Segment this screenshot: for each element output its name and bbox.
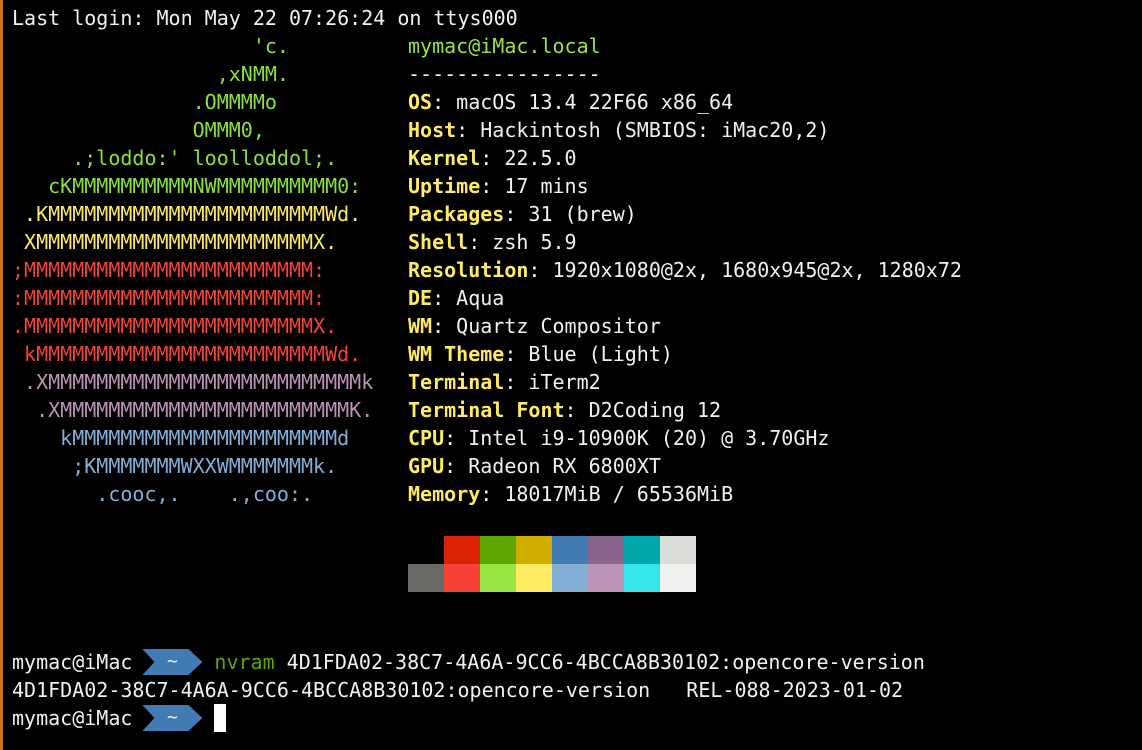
info-value: : 18017MiB / 65536MiB: [480, 482, 734, 506]
logo-line: ;MMMMMMMMMMMMMMMMMMMMMMMM:: [12, 258, 326, 282]
info-label: Terminal Font: [408, 398, 565, 422]
logo-line: .MMMMMMMMMMMMMMMMMMMMMMMMX.: [12, 314, 338, 338]
color-swatch: [408, 536, 444, 564]
prompt-line-current[interactable]: mymac@iMac ~: [12, 704, 227, 732]
info-label: Resolution: [408, 258, 529, 282]
prompt-dir-badge: ~: [142, 705, 203, 731]
info-label: Packages: [408, 202, 505, 226]
info-value: : Hackintosh (SMBIOS: iMac20,2): [456, 118, 830, 142]
command-args: 4D1FDA02-38C7-4A6A-9CC6-4BCCA8B30102:ope…: [274, 650, 925, 674]
color-swatch: [588, 536, 624, 564]
logo-line: kMMMMMMMMMMMMMMMMMMMMMMMMWd.: [12, 342, 362, 366]
color-swatch: [480, 536, 516, 564]
info-value: : macOS 13.4 22F66 x86_64: [432, 90, 734, 114]
last-login-line: Last login: Mon May 22 07:26:24 on ttys0…: [12, 6, 518, 30]
logo-line: .;loddo:' loolloddol;.: [12, 146, 338, 170]
color-swatch: [624, 536, 660, 564]
info-field: Resolution: 1920x1080@2x, 1680x945@2x, 1…: [408, 256, 962, 284]
info-label: WM: [408, 314, 433, 338]
color-swatch: [444, 564, 480, 592]
color-swatch: [660, 536, 696, 564]
info-field: Terminal Font: D2Coding 12: [408, 396, 721, 424]
color-swatch: [660, 564, 696, 592]
color-swatch: [408, 564, 444, 592]
info-value: : Quartz Compositor: [432, 314, 661, 338]
info-field: Packages: 31 (brew): [408, 200, 637, 228]
info-label: Host: [408, 118, 457, 142]
info-field: WM Theme: Blue (Light): [408, 340, 673, 368]
color-palette-bright: [408, 564, 696, 592]
prompt-user: mymac@iMac: [12, 650, 133, 674]
info-label: DE: [408, 286, 433, 310]
info-field: Terminal: iTerm2: [408, 368, 601, 396]
color-swatch: [480, 564, 516, 592]
info-label: OS: [408, 90, 433, 114]
command-output: 4D1FDA02-38C7-4A6A-9CC6-4BCCA8B30102:ope…: [12, 678, 904, 702]
color-swatch: [516, 536, 552, 564]
color-swatch: [552, 564, 588, 592]
logo-line: .OMMMMo: [12, 90, 277, 114]
info-label: Terminal: [408, 370, 505, 394]
logo-line: OMMM0,: [12, 118, 265, 142]
logo-line: 'c.: [12, 34, 289, 58]
info-label: Memory: [408, 482, 481, 506]
color-palette-normal: [408, 536, 696, 564]
color-swatch: [624, 564, 660, 592]
info-field: OS: macOS 13.4 22F66 x86_64: [408, 88, 733, 116]
info-label: Kernel: [408, 146, 481, 170]
info-field: Shell: zsh 5.9: [408, 228, 577, 256]
info-separator: ----------------: [408, 62, 601, 86]
info-label: Uptime: [408, 174, 481, 198]
window-border: [0, 0, 3, 750]
logo-line: ,xNMM.: [12, 62, 289, 86]
info-field: Kernel: 22.5.0: [408, 144, 577, 172]
info-value: : zsh 5.9: [468, 230, 577, 254]
logo-line: .KMMMMMMMMMMMMMMMMMMMMMMMWd.: [12, 202, 362, 226]
command-name: nvram: [214, 650, 275, 674]
logo-line: .cooc,. .,coo:.: [12, 482, 314, 506]
info-label: Shell: [408, 230, 469, 254]
color-swatch: [444, 536, 480, 564]
info-value: : 22.5.0: [480, 146, 577, 170]
info-title: mymac@iMac.local: [408, 34, 601, 58]
logo-line: ;KMMMMMMMWXXWMMMMMMMk.: [12, 454, 338, 478]
info-field: WM: Quartz Compositor: [408, 312, 661, 340]
prompt-dir-badge: ~: [142, 649, 203, 675]
info-value: : D2Coding 12: [564, 398, 722, 422]
logo-line: cKMMMMMMMMMMNWMMMMMMMMMM0:: [12, 174, 362, 198]
info-label: CPU: [408, 426, 445, 450]
info-value: : 31 (brew): [504, 202, 637, 226]
prompt-user: mymac@iMac: [12, 706, 133, 730]
info-label: GPU: [408, 454, 445, 478]
info-value: : Blue (Light): [504, 342, 673, 366]
prompt-line: mymac@iMac ~ nvram 4D1FDA02-38C7-4A6A-9C…: [12, 648, 925, 676]
color-swatch: [552, 536, 588, 564]
info-field: CPU: Intel i9-10900K (20) @ 3.70GHz: [408, 424, 829, 452]
info-field: Host: Hackintosh (SMBIOS: iMac20,2): [408, 116, 829, 144]
info-field: DE: Aqua: [408, 284, 504, 312]
info-value: : iTerm2: [504, 370, 601, 394]
info-value: : 17 mins: [480, 174, 589, 198]
info-value: : Radeon RX 6800XT: [444, 454, 661, 478]
info-value: : 1920x1080@2x, 1680x945@2x, 1280x72: [528, 258, 962, 282]
color-swatch: [516, 564, 552, 592]
info-field: Memory: 18017MiB / 65536MiB: [408, 480, 733, 508]
color-swatch: [588, 564, 624, 592]
logo-line: XMMMMMMMMMMMMMMMMMMMMMMMX.: [12, 230, 338, 254]
text-cursor: [214, 704, 227, 732]
logo-line: kMMMMMMMMMMMMMMMMMMMMMMd: [12, 426, 350, 450]
info-value: : Intel i9-10900K (20) @ 3.70GHz: [444, 426, 830, 450]
info-label: WM Theme: [408, 342, 505, 366]
info-field: Uptime: 17 mins: [408, 172, 589, 200]
logo-line: .XMMMMMMMMMMMMMMMMMMMMMMMMK.: [12, 398, 374, 422]
info-value: : Aqua: [432, 286, 505, 310]
logo-line: .XMMMMMMMMMMMMMMMMMMMMMMMMMMk: [12, 370, 374, 394]
logo-line: :MMMMMMMMMMMMMMMMMMMMMMMM:: [12, 286, 326, 310]
info-field: GPU: Radeon RX 6800XT: [408, 452, 661, 480]
